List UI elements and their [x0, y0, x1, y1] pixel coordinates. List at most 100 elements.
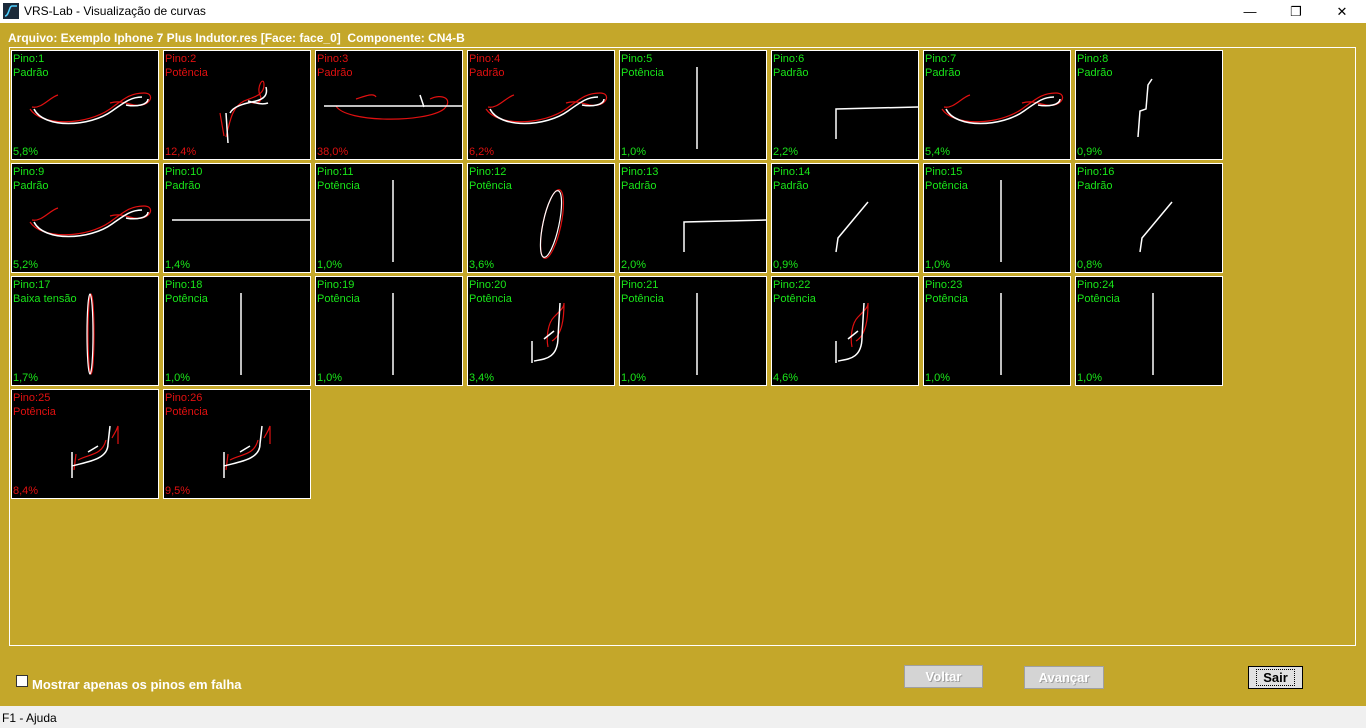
- pin-deviation: 5,4%: [925, 146, 951, 158]
- pin-deviation: 8,4%: [13, 485, 39, 497]
- pin-number: Pino:23: [925, 279, 963, 291]
- exit-button-label: Sair: [1256, 669, 1295, 686]
- pin-number: Pino:15: [925, 166, 963, 178]
- minimize-button[interactable]: —: [1227, 0, 1273, 23]
- pin-deviation: 2,2%: [773, 146, 799, 158]
- pin-number: Pino:5: [621, 53, 653, 65]
- pin-number: Pino:18: [165, 279, 203, 291]
- pin-mode: Padrão: [1077, 67, 1113, 79]
- pin-number: Pino:26: [165, 392, 203, 404]
- restore-button[interactable]: ❐: [1273, 0, 1319, 23]
- pin-mode: Potência: [165, 406, 208, 418]
- pin-mode: Potência: [469, 180, 512, 192]
- pin-number: Pino:9: [13, 166, 45, 178]
- pin-deviation: 5,8%: [13, 146, 39, 158]
- help-hint: F1 - Ajuda: [2, 711, 57, 725]
- pin-mode: Padrão: [13, 180, 49, 192]
- pin-mode: Padrão: [165, 180, 201, 192]
- show-failed-only-checkbox[interactable]: [16, 675, 28, 687]
- pin-mode: Potência: [925, 180, 968, 192]
- pin-curve-tile[interactable]: Pino:17 Baixa tensão 1,7%: [11, 276, 159, 386]
- pin-deviation: 1,7%: [13, 372, 39, 384]
- pin-curve-tile[interactable]: Pino:3 Padrão 38,0%: [315, 50, 463, 160]
- pin-deviation: 1,0%: [317, 259, 343, 271]
- back-button[interactable]: Voltar: [904, 665, 983, 688]
- pin-curve-tile[interactable]: Pino:20 Potência 3,4%: [467, 276, 615, 386]
- pin-deviation: 1,0%: [925, 372, 951, 384]
- pin-number: Pino:2: [165, 53, 197, 65]
- pin-curve-tile[interactable]: Pino:7 Padrão 5,4%: [923, 50, 1071, 160]
- pin-mode: Baixa tensão: [13, 293, 77, 305]
- status-bar: F1 - Ajuda: [0, 706, 1366, 728]
- pin-curve-tile[interactable]: Pino:13 Padrão 2,0%: [619, 163, 767, 273]
- pin-curve-tile[interactable]: Pino:23 Potência 1,0%: [923, 276, 1071, 386]
- pin-curve-tile[interactable]: Pino:10 Padrão 1,4%: [163, 163, 311, 273]
- pin-deviation: 5,2%: [13, 259, 39, 271]
- pin-curve-tile[interactable]: Pino:2 Potência 12,4%: [163, 50, 311, 160]
- pin-number: Pino:11: [317, 166, 354, 178]
- pin-mode: Padrão: [1077, 180, 1113, 192]
- pin-curve-tile[interactable]: Pino:1 Padrão 5,8%: [11, 50, 159, 160]
- pin-deviation: 1,0%: [925, 259, 951, 271]
- pin-mode: Potência: [773, 293, 816, 305]
- pin-curve-tile[interactable]: Pino:11 Potência 1,0%: [315, 163, 463, 273]
- pin-mode: Potência: [13, 406, 56, 418]
- pin-number: Pino:1: [13, 53, 45, 65]
- pin-curve-tile[interactable]: Pino:6 Padrão 2,2%: [771, 50, 919, 160]
- pin-deviation: 4,6%: [773, 372, 799, 384]
- pin-number: Pino:6: [773, 53, 805, 65]
- pin-number: Pino:10: [165, 166, 203, 178]
- pin-number: Pino:12: [469, 166, 507, 178]
- pin-number: Pino:17: [13, 279, 51, 291]
- pin-deviation: 0,9%: [773, 259, 799, 271]
- pin-deviation: 3,6%: [469, 259, 495, 271]
- pin-number: Pino:22: [773, 279, 811, 291]
- pin-curve-tile[interactable]: Pino:24 Potência 1,0%: [1075, 276, 1223, 386]
- pin-curve-tile[interactable]: Pino:16 Padrão 0,8%: [1075, 163, 1223, 273]
- pin-deviation: 2,0%: [621, 259, 647, 271]
- pin-deviation: 1,0%: [165, 372, 191, 384]
- pin-number: Pino:14: [773, 166, 811, 178]
- pin-curve-tile[interactable]: Pino:21 Potência 1,0%: [619, 276, 767, 386]
- pin-curve-tile[interactable]: Pino:26 Potência 9,5%: [163, 389, 311, 499]
- pin-mode: Padrão: [469, 67, 505, 79]
- next-button[interactable]: Avançar: [1024, 666, 1104, 689]
- pin-curve-tile[interactable]: Pino:12 Potência 3,6%: [467, 163, 615, 273]
- pin-number: Pino:8: [1077, 53, 1109, 65]
- pin-curve-tile[interactable]: Pino:18 Potência 1,0%: [163, 276, 311, 386]
- curve-grid-panel: Pino:1 Padrão 5,8% Pino:2 Potência 12,4% Pino:…: [9, 47, 1356, 646]
- pin-mode: Potência: [165, 67, 208, 79]
- pin-mode: Potência: [317, 180, 360, 192]
- pin-curve-tile[interactable]: Pino:15 Potência 1,0%: [923, 163, 1071, 273]
- pin-number: Pino:25: [13, 392, 51, 404]
- pin-number: Pino:20: [469, 279, 507, 291]
- pin-curve-tile[interactable]: Pino:14 Padrão 0,9%: [771, 163, 919, 273]
- exit-button[interactable]: Sair: [1248, 666, 1303, 689]
- pin-mode: Padrão: [13, 67, 49, 79]
- pin-number: Pino:7: [925, 53, 957, 65]
- pin-curve-tile[interactable]: Pino:9 Padrão 5,2%: [11, 163, 159, 273]
- pin-deviation: 12,4%: [165, 146, 197, 158]
- pin-mode: Padrão: [621, 180, 657, 192]
- pin-number: Pino:4: [469, 53, 501, 65]
- title-bar: VRS-Lab - Visualização de curvas — ❐ ✕: [0, 0, 1366, 23]
- pin-curve-tile[interactable]: Pino:5 Potência 1,0%: [619, 50, 767, 160]
- pin-number: Pino:3: [317, 53, 349, 65]
- show-failed-only-label[interactable]: Mostrar apenas os pinos em falha: [32, 677, 242, 692]
- pin-deviation: 1,0%: [621, 372, 647, 384]
- window-title: VRS-Lab - Visualização de curvas: [24, 4, 206, 18]
- pin-number: Pino:13: [621, 166, 659, 178]
- pin-curve-tile[interactable]: Pino:22 Potência 4,6%: [771, 276, 919, 386]
- pin-curve-tile[interactable]: Pino:8 Padrão 0,9%: [1075, 50, 1223, 160]
- file-component-header: Arquivo: Exemplo Iphone 7 Plus Indutor.r…: [8, 31, 465, 45]
- pin-curve-tile[interactable]: Pino:19 Potência 1,0%: [315, 276, 463, 386]
- pin-deviation: 1,0%: [621, 146, 647, 158]
- pin-mode: Potência: [925, 293, 968, 305]
- pin-deviation: 9,5%: [165, 485, 191, 497]
- pin-curve-tile[interactable]: Pino:4 Padrão 6,2%: [467, 50, 615, 160]
- app-icon: [3, 3, 19, 19]
- pin-number: Pino:19: [317, 279, 355, 291]
- close-button[interactable]: ✕: [1319, 0, 1365, 23]
- pin-mode: Potência: [469, 293, 512, 305]
- pin-curve-tile[interactable]: Pino:25 Potência 8,4%: [11, 389, 159, 499]
